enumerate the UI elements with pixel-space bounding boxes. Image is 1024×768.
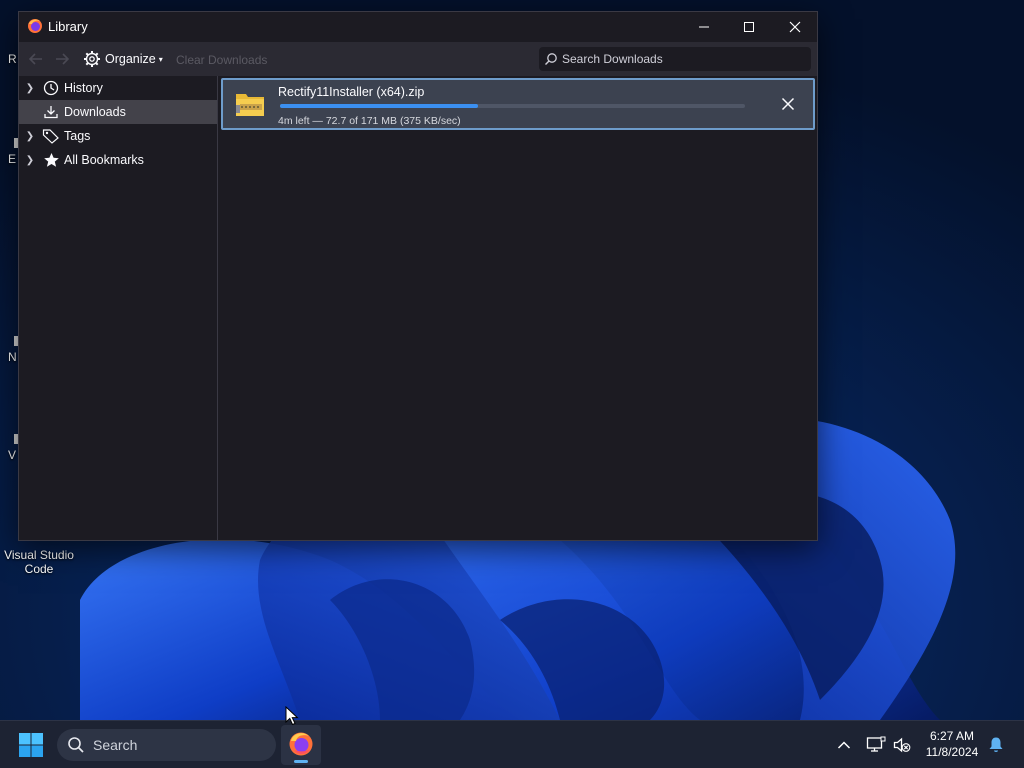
- windows-start-icon[interactable]: [18, 732, 44, 758]
- search-icon: [68, 737, 84, 753]
- cancel-download-button[interactable]: [776, 92, 800, 116]
- taskbar: Search 6:27 AM 11/8/2024: [0, 720, 1024, 768]
- library-toolbar: Organize ▾ Clear Downloads: [19, 42, 817, 76]
- clear-downloads-button[interactable]: Clear Downloads: [176, 53, 267, 67]
- library-sidebar: ❯ History Downloads ❯ Tags ❯ All Bookmar…: [19, 76, 218, 540]
- library-window: Library Organize ▾ Clear Downloads Searc…: [18, 11, 818, 541]
- desktop-icon-label: Visual Studio Code: [4, 548, 74, 576]
- system-clock[interactable]: 6:27 AM 11/8/2024: [918, 728, 986, 760]
- minimize-button[interactable]: [681, 12, 727, 42]
- download-progress-fill: [280, 104, 478, 108]
- search-icon: [545, 53, 557, 65]
- organize-label: Organize: [105, 52, 156, 66]
- download-status: 4m left — 72.7 of 171 MB (375 KB/sec): [278, 115, 461, 127]
- sidebar-item-all-bookmarks[interactable]: ❯ All Bookmarks: [19, 148, 217, 172]
- chevron-right-icon[interactable]: ❯: [19, 131, 41, 142]
- maximize-button[interactable]: [726, 12, 772, 42]
- maximize-icon: [744, 22, 754, 32]
- mouse-cursor-icon: [285, 706, 299, 726]
- taskbar-search-box[interactable]: Search: [57, 729, 276, 761]
- chevron-right-icon[interactable]: ❯: [19, 83, 41, 94]
- gear-icon: [84, 51, 100, 67]
- clock-date: 11/8/2024: [925, 745, 979, 759]
- sidebar-item-label: Tags: [64, 129, 91, 143]
- organize-button[interactable]: Organize ▾: [83, 48, 163, 70]
- search-downloads-field[interactable]: [539, 47, 811, 71]
- firefox-logo-icon: [28, 19, 42, 33]
- sidebar-item-label: Downloads: [64, 105, 126, 119]
- sidebar-item-history[interactable]: ❯ History: [19, 76, 217, 100]
- close-button[interactable]: [772, 12, 818, 42]
- taskbar-search-label: Search: [93, 737, 138, 753]
- title-bar[interactable]: Library: [19, 12, 817, 42]
- tag-icon: [41, 128, 61, 144]
- window-title: Library: [48, 19, 88, 34]
- zip-folder-icon: [236, 94, 264, 116]
- notification-bell-icon[interactable]: [986, 735, 1006, 755]
- close-icon: [789, 21, 801, 33]
- volume-muted-icon[interactable]: [892, 735, 912, 755]
- clock-time: 6:27 AM: [929, 729, 975, 743]
- download-progress-bar: [280, 104, 745, 108]
- sidebar-item-label: All Bookmarks: [64, 153, 144, 167]
- back-arrow-icon[interactable]: [27, 50, 45, 68]
- forward-arrow-icon[interactable]: [53, 50, 71, 68]
- chevron-down-icon: ▾: [158, 54, 163, 64]
- close-icon: [781, 97, 795, 111]
- chevron-right-icon[interactable]: ❯: [19, 155, 41, 166]
- download-item[interactable]: Rectify11Installer (x64).zip 4m left — 7…: [221, 78, 815, 130]
- sidebar-item-downloads[interactable]: Downloads: [19, 100, 217, 124]
- firefox-taskbar-button[interactable]: [281, 725, 321, 765]
- sidebar-item-label: History: [64, 81, 103, 95]
- search-downloads-input[interactable]: [562, 47, 802, 71]
- downloads-list: Rectify11Installer (x64).zip 4m left — 7…: [219, 76, 817, 540]
- running-indicator: [294, 760, 308, 763]
- download-icon: [41, 104, 61, 120]
- clock-icon: [41, 80, 61, 96]
- show-hidden-icons-chevron-up-icon[interactable]: [834, 735, 854, 755]
- star-icon: [41, 152, 61, 168]
- minimize-icon: [699, 26, 709, 28]
- download-filename: Rectify11Installer (x64).zip: [278, 85, 425, 99]
- desktop-icon-vscode[interactable]: Visual Studio Code: [2, 548, 76, 576]
- network-icon[interactable]: [866, 735, 886, 755]
- firefox-icon: [289, 732, 313, 756]
- sidebar-item-tags[interactable]: ❯ Tags: [19, 124, 217, 148]
